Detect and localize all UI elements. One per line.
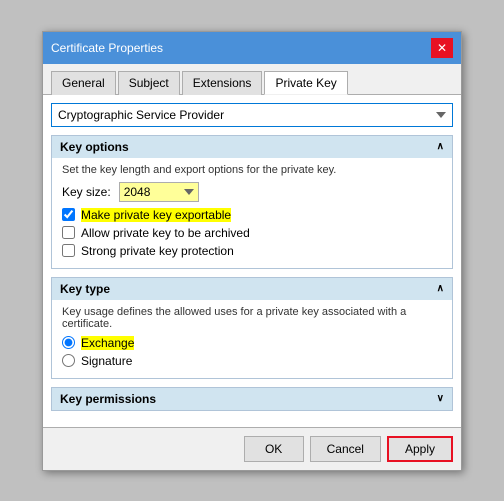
key-type-body: Key usage defines the allowed uses for a… bbox=[52, 300, 452, 378]
main-content: Cryptographic Service Provider Key optio… bbox=[43, 95, 461, 427]
key-permissions-label: Key permissions bbox=[60, 392, 156, 406]
tab-extensions[interactable]: Extensions bbox=[182, 71, 263, 95]
apply-button[interactable]: Apply bbox=[387, 436, 453, 462]
csp-dropdown-row: Cryptographic Service Provider bbox=[51, 103, 453, 127]
radio-signature: Signature bbox=[62, 354, 442, 368]
key-type-collapse-icon: ∧ bbox=[437, 283, 444, 294]
key-type-header[interactable]: Key type ∧ bbox=[52, 278, 452, 300]
button-row: OK Cancel Apply bbox=[43, 427, 461, 470]
checkbox-archive: Allow private key to be archived bbox=[62, 226, 442, 240]
key-options-label: Key options bbox=[60, 140, 129, 154]
key-type-label: Key type bbox=[60, 282, 110, 296]
exportable-label[interactable]: Make private key exportable bbox=[81, 208, 231, 222]
key-size-label: Key size: bbox=[62, 185, 111, 199]
window-title: Certificate Properties bbox=[51, 41, 163, 55]
tab-private-key[interactable]: Private Key bbox=[264, 71, 347, 95]
checkbox-exportable: Make private key exportable bbox=[62, 208, 442, 222]
cancel-button[interactable]: Cancel bbox=[310, 436, 381, 462]
strong-label[interactable]: Strong private key protection bbox=[81, 244, 234, 258]
key-type-section: Key type ∧ Key usage defines the allowed… bbox=[51, 277, 453, 379]
key-permissions-section: Key permissions ∨ bbox=[51, 387, 453, 411]
key-size-row: Key size: 2048 bbox=[62, 182, 442, 202]
key-options-collapse-icon: ∧ bbox=[437, 141, 444, 152]
archive-checkbox[interactable] bbox=[62, 226, 75, 239]
key-options-section: Key options ∧ Set the key length and exp… bbox=[51, 135, 453, 269]
radio-exchange: Exchange bbox=[62, 336, 442, 350]
key-permissions-collapse-icon: ∨ bbox=[437, 393, 444, 404]
signature-label[interactable]: Signature bbox=[81, 354, 132, 368]
certificate-properties-window: Certificate Properties ✕ General Subject… bbox=[42, 31, 462, 471]
csp-dropdown[interactable]: Cryptographic Service Provider bbox=[51, 103, 453, 127]
exportable-checkbox[interactable] bbox=[62, 208, 75, 221]
tab-subject[interactable]: Subject bbox=[118, 71, 180, 95]
key-type-description: Key usage defines the allowed uses for a… bbox=[62, 306, 442, 330]
title-bar: Certificate Properties ✕ bbox=[43, 32, 461, 64]
key-size-select[interactable]: 2048 bbox=[119, 182, 199, 202]
tabs-row: General Subject Extensions Private Key bbox=[43, 64, 461, 95]
key-permissions-header[interactable]: Key permissions ∨ bbox=[52, 388, 452, 410]
tab-general[interactable]: General bbox=[51, 71, 116, 95]
close-button[interactable]: ✕ bbox=[431, 38, 453, 58]
key-options-description: Set the key length and export options fo… bbox=[62, 164, 442, 176]
archive-label[interactable]: Allow private key to be archived bbox=[81, 226, 250, 240]
strong-checkbox[interactable] bbox=[62, 244, 75, 257]
checkbox-strong: Strong private key protection bbox=[62, 244, 442, 258]
ok-button[interactable]: OK bbox=[244, 436, 304, 462]
key-options-header[interactable]: Key options ∧ bbox=[52, 136, 452, 158]
exchange-radio[interactable] bbox=[62, 336, 75, 349]
signature-radio[interactable] bbox=[62, 354, 75, 367]
key-options-body: Set the key length and export options fo… bbox=[52, 158, 452, 268]
exchange-label[interactable]: Exchange bbox=[81, 336, 134, 350]
